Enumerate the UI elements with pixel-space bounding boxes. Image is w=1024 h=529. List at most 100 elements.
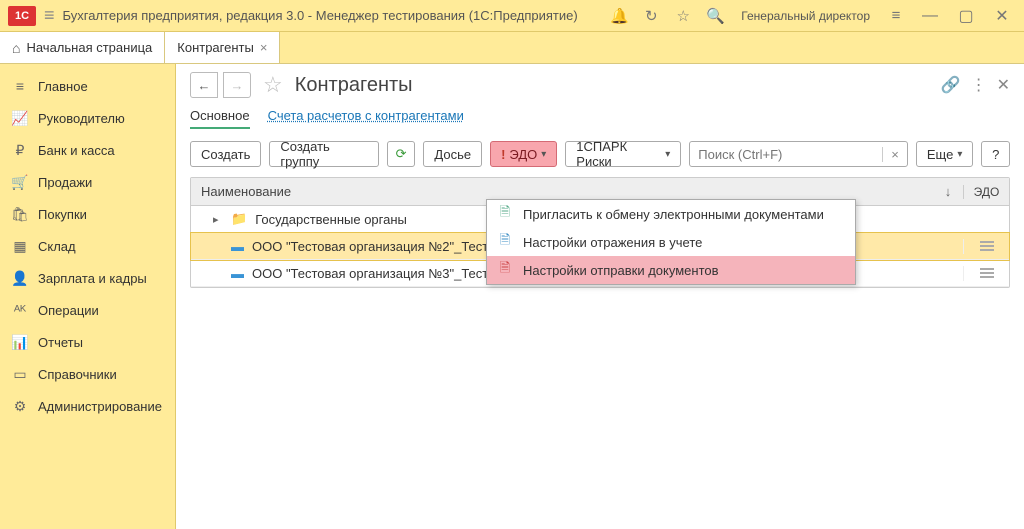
dd-item-send-settings[interactable]: 🗎 Настройки отправки документов	[487, 256, 855, 284]
sidebar-item-bank[interactable]: ₽Банк и касса	[0, 134, 175, 166]
send-doc-icon: 🗎	[497, 259, 513, 281]
dossier-button[interactable]: Досье	[423, 141, 482, 167]
search-input[interactable]	[690, 147, 882, 162]
edo-label: ЭДО	[509, 147, 537, 162]
favorite-star-icon[interactable]: ☆	[263, 72, 283, 98]
tab-home-label: Начальная страница	[26, 40, 152, 55]
sidebar-item-hr[interactable]: 👤Зарплата и кадры	[0, 262, 175, 294]
help-button[interactable]: ?	[981, 141, 1010, 167]
spark-dropdown-button[interactable]: 1СПАРК Риски ▾	[565, 141, 681, 167]
caret-down-icon: ▾	[541, 149, 546, 160]
spark-label: 1СПАРК Риски	[576, 139, 661, 169]
forward-button[interactable]: →	[223, 72, 251, 98]
dt-kt-icon: ᴬᴷ	[12, 302, 28, 318]
sidebar-item-label: Главное	[38, 79, 88, 94]
sidebar-item-operations[interactable]: ᴬᴷ Операции	[0, 294, 175, 326]
content-area: ← → ☆ Контрагенты 🔗 ⋮ ✕ Основное Счета р…	[176, 64, 1024, 529]
ruble-icon: ₽	[12, 142, 28, 158]
clear-search-button[interactable]: ×	[882, 147, 907, 162]
menu-icon[interactable]: ≡	[44, 5, 55, 26]
dd-item-invite[interactable]: 🗎 Пригласить к обмену электронными докум…	[487, 200, 855, 228]
bell-icon[interactable]: 🔔	[607, 4, 631, 28]
edo-dropdown-menu: 🗎 Пригласить к обмену электронными докум…	[486, 199, 856, 285]
history-icon[interactable]: ↻	[639, 4, 663, 28]
document-stack-icon	[980, 241, 994, 251]
col-edo-header[interactable]: ЭДО	[963, 185, 1009, 199]
app-title: Бухгалтерия предприятия, редакция 3.0 - …	[63, 8, 578, 23]
grid-icon: ▦	[12, 238, 28, 254]
more-button[interactable]: Еще ▾	[916, 141, 973, 167]
page-header: ← → ☆ Контрагенты 🔗 ⋮ ✕	[190, 72, 1010, 98]
back-button[interactable]: ←	[190, 72, 218, 98]
sidebar-item-label: Зарплата и кадры	[38, 271, 147, 286]
minimize-button[interactable]: —	[916, 7, 944, 25]
dd-item-reflect-settings[interactable]: 🗎 Настройки отражения в учете	[487, 228, 855, 256]
link-icon[interactable]: 🔗	[941, 75, 961, 95]
sub-navigation: Основное Счета расчетов с контрагентами	[190, 108, 1010, 129]
sidebar-item-sales[interactable]: 🛒Продажи	[0, 166, 175, 198]
star-icon[interactable]: ☆	[671, 4, 695, 28]
create-group-button[interactable]: Создать группу	[269, 141, 378, 167]
sidebar-item-main[interactable]: ≡Главное	[0, 70, 175, 102]
titlebar: 1C ≡ Бухгалтерия предприятия, редакция 3…	[0, 0, 1024, 32]
sidebar-item-admin[interactable]: ⚙Администрирование	[0, 390, 175, 422]
logo-1c: 1C	[8, 6, 36, 26]
create-button[interactable]: Создать	[190, 141, 261, 167]
toolbar: Создать Создать группу ⟳ Досье ! ЭДО ▾ 1…	[190, 141, 1010, 167]
sidebar-item-label: Покупки	[38, 207, 87, 222]
more-vert-icon[interactable]: ⋮	[971, 75, 987, 95]
document-stack-icon	[980, 268, 994, 278]
more-label: Еще	[927, 147, 953, 162]
tab-contragents[interactable]: Контрагенты ×	[165, 32, 280, 63]
sidebar-item-label: Отчеты	[38, 335, 83, 350]
sidebar-item-warehouse[interactable]: ▦ Склад	[0, 230, 175, 262]
search-field-wrap[interactable]: ×	[689, 141, 908, 167]
sidebar-item-label: Операции	[38, 303, 99, 318]
tab-row: ⌂ Начальная страница Контрагенты ×	[0, 32, 1024, 64]
settings-doc-icon: 🗎	[497, 231, 513, 253]
caret-down-icon: ▾	[665, 149, 670, 160]
maximize-button[interactable]: ▢	[952, 6, 980, 26]
sidebar-item-label: Склад	[38, 239, 76, 254]
cart-icon: 🛒	[12, 174, 28, 190]
dd-item-label: Настройки отражения в учете	[523, 235, 702, 250]
row-edo-cell	[963, 266, 1009, 281]
item-marker-icon: ▬	[231, 239, 244, 254]
close-content-button[interactable]: ✕	[997, 75, 1010, 95]
bag-icon: 🛍	[12, 206, 28, 222]
search-icon[interactable]: 🔍	[703, 4, 727, 28]
invite-doc-icon: 🗎	[497, 203, 513, 225]
sidebar-item-manager[interactable]: 📈 Руководителю	[0, 102, 175, 134]
folder-icon: 📁	[231, 211, 247, 227]
dd-item-label: Настройки отправки документов	[523, 263, 719, 278]
sidebar-item-label: Руководителю	[38, 111, 125, 126]
sidebar-item-catalogs[interactable]: ▭ Справочники	[0, 358, 175, 390]
item-marker-icon: ▬	[231, 266, 244, 281]
caret-down-icon: ▾	[957, 149, 962, 160]
expand-caret-icon[interactable]: ▸	[213, 213, 223, 226]
subnav-main[interactable]: Основное	[190, 108, 250, 129]
bar-chart-icon: 📊	[12, 334, 28, 350]
tab-home[interactable]: ⌂ Начальная страница	[0, 32, 165, 63]
row-edo-cell	[963, 239, 1009, 254]
sidebar-item-reports[interactable]: 📊 Отчеты	[0, 326, 175, 358]
settings-bars-icon[interactable]: ≡	[884, 4, 908, 28]
card-icon: ▭	[12, 366, 28, 382]
home-icon: ⌂	[12, 40, 20, 56]
sort-indicator-icon[interactable]: ↓	[933, 184, 963, 199]
sidebar: ≡Главное 📈 Руководителю ₽Банк и касса 🛒Пр…	[0, 64, 176, 529]
row-label: ООО "Тестовая организация №3"_Тест_	[252, 266, 495, 281]
col-name-header[interactable]: Наименование	[191, 184, 933, 199]
current-user[interactable]: Генеральный директор	[741, 9, 870, 23]
sidebar-item-purchases[interactable]: 🛍 Покупки	[0, 198, 175, 230]
edo-dropdown-button[interactable]: ! ЭДО ▾	[490, 141, 557, 167]
chart-up-icon: 📈	[12, 110, 28, 126]
close-window-button[interactable]: ✕	[988, 6, 1016, 26]
refresh-green-icon: ⟳	[396, 146, 407, 162]
sidebar-item-label: Справочники	[38, 367, 117, 382]
refresh-button[interactable]: ⟳	[387, 141, 416, 167]
close-tab-icon[interactable]: ×	[260, 40, 268, 55]
row-label: ООО "Тестовая организация №2"_Тест_	[252, 239, 495, 254]
dd-item-label: Пригласить к обмену электронными докумен…	[523, 207, 824, 222]
subnav-accounts[interactable]: Счета расчетов с контрагентами	[268, 108, 464, 129]
